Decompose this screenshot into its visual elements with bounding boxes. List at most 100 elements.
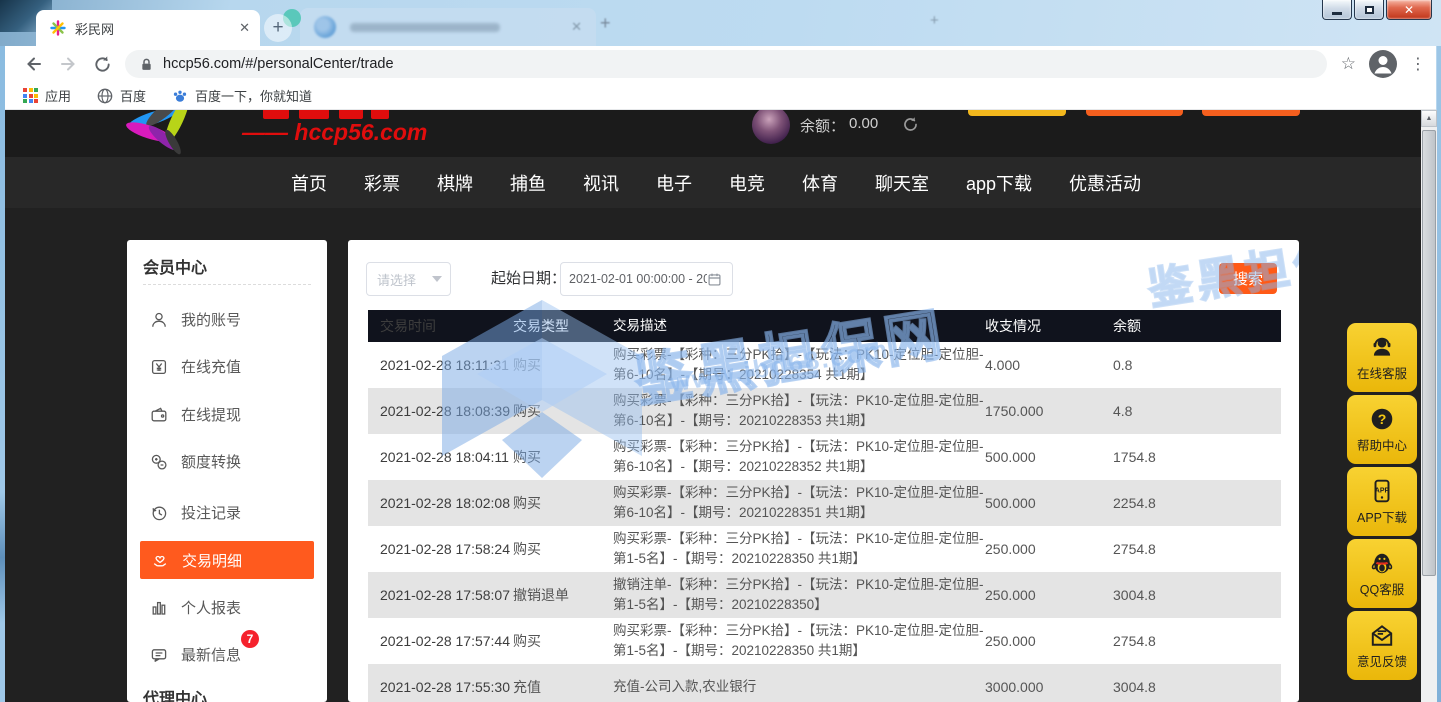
nav-fishing[interactable]: 捕鱼 (510, 170, 546, 196)
bookmark-baidu[interactable]: 百度 (97, 86, 146, 105)
address-bar[interactable]: hccp56.com/#/personalCenter/trade (125, 50, 1327, 78)
sidebar-agent-title: 代理中心 (143, 685, 207, 702)
nav-home[interactable]: 首页 (291, 170, 327, 196)
user-icon (150, 311, 168, 329)
col-balance: 余额 (1113, 316, 1281, 336)
select-placeholder: 请选择 (377, 270, 416, 289)
logo-text-fragment (339, 110, 363, 119)
new-tab-button[interactable]: + (264, 14, 292, 42)
background-tab-favicon (314, 16, 336, 38)
balance-display: 余额： 0.00 (800, 115, 878, 136)
nav-esports[interactable]: 电竞 (729, 170, 765, 196)
page-scrollbar[interactable]: ▲ (1421, 110, 1437, 702)
app-download-button[interactable]: APP APP下载 (1347, 467, 1417, 536)
col-trade-desc: 交易描述 (613, 316, 985, 336)
balance-refresh-icon[interactable] (902, 116, 919, 133)
back-button[interactable] (17, 54, 51, 74)
table-row: 2021-02-28 18:02:08 购买 购买彩票-【彩种：三分PK拾】-【… (368, 480, 1281, 526)
refresh-button[interactable] (85, 55, 119, 74)
trade-detail-panel: 请选择 起始日期： 搜索 交易时间 交易类型 交易描述 收支情况 余额 20 (348, 240, 1299, 702)
nav-lottery[interactable]: 彩票 (364, 170, 400, 196)
bet-history-icon (150, 504, 168, 522)
menu-dots-icon[interactable]: ⋮ (1410, 54, 1426, 74)
background-newtab-icon: + (600, 13, 611, 34)
nav-sports[interactable]: 体育 (802, 170, 838, 196)
forward-button[interactable] (51, 54, 85, 74)
nav-chess[interactable]: 棋牌 (437, 170, 473, 196)
message-icon (150, 646, 168, 664)
logo-text-fragment (263, 110, 289, 119)
bookmark-baidu-search[interactable]: 百度一下，你就知道 (172, 86, 312, 105)
screen: ✕ + + 彩民网 ✕ + ✕ (0, 0, 1441, 702)
sidebar-title: 会员中心 (143, 254, 207, 278)
message-badge: 7 (241, 630, 259, 648)
sidebar-item-trade-detail[interactable]: 交易明细 (140, 541, 314, 579)
type-select[interactable]: 请选择 (366, 262, 451, 296)
help-center-button[interactable]: ? 帮助中心 (1347, 395, 1417, 464)
bookmark-star-icon[interactable]: ☆ (1341, 54, 1356, 74)
col-amount: 收支情况 (985, 316, 1113, 336)
svg-text:APP: APP (1375, 487, 1390, 494)
nav-chatroom[interactable]: 聊天室 (875, 170, 929, 196)
window-controls: ✕ (1320, 0, 1432, 20)
bookmark-apps[interactable]: 应用 (23, 86, 71, 105)
bookmarks-bar: 应用 百度 百度一下，你就知道 (5, 82, 1436, 110)
table-row: 2021-02-28 17:57:44 购买 购买彩票-【彩种：三分PK拾】-【… (368, 618, 1281, 664)
background-window-tab: ✕ (300, 8, 596, 46)
table-row: 2021-02-28 17:55:30 充值 充值-公司入款,农业银行 3000… (368, 664, 1281, 702)
table-row: 2021-02-28 18:04:11 购买 购买彩票-【彩种：三分PK拾】-【… (368, 434, 1281, 480)
feedback-button[interactable]: 意见反馈 (1347, 611, 1417, 680)
background-window-icon: + (930, 12, 939, 29)
window-frame-right (1437, 46, 1441, 702)
nav-video[interactable]: 视讯 (583, 170, 619, 196)
sidebar-item-personal-report[interactable]: 个人报表 (127, 584, 327, 631)
browser-tab[interactable]: 彩民网 ✕ (36, 10, 260, 46)
date-range-value[interactable] (569, 272, 707, 286)
sidebar-item-latest-message[interactable]: 最新信息 (127, 631, 327, 678)
date-range-input[interactable] (560, 262, 733, 296)
profile-avatar[interactable] (1368, 49, 1398, 79)
table-row: 2021-02-28 18:11:31 购买 购买彩票-【彩种：三分PK拾】-【… (368, 342, 1281, 388)
qq-service-button[interactable]: QQ客服 (1347, 539, 1417, 608)
sidebar-item-recharge[interactable]: 在线充值 (127, 343, 327, 390)
nav-electronic[interactable]: 电子 (656, 170, 692, 196)
scrollbar-up-arrow[interactable]: ▲ (1421, 110, 1437, 127)
withdraw-icon (150, 406, 168, 424)
balance-label: 余额： (800, 115, 845, 136)
site-header: —— hccp56.com 余额： 0.00 (5, 110, 1421, 157)
partial-button-gold[interactable] (968, 110, 1066, 116)
page-viewport: —— hccp56.com 余额： 0.00 首页 彩票 棋牌 捕鱼 视讯 电子… (5, 110, 1421, 702)
divider (143, 284, 311, 285)
scrollbar-thumb[interactable] (1422, 130, 1436, 576)
partial-button-orange-1[interactable] (1086, 110, 1183, 116)
sidebar-item-transfer[interactable]: 额度转换 (127, 438, 327, 485)
chevron-down-icon (432, 276, 442, 282)
site-nav: 首页 彩票 棋牌 捕鱼 视讯 电子 电竞 体育 聊天室 app下载 优惠活动 (5, 157, 1421, 208)
qq-service-icon (1369, 550, 1395, 576)
feedback-icon (1369, 622, 1395, 648)
table-body: 2021-02-28 18:11:31 购买 购买彩票-【彩种：三分PK拾】-【… (368, 342, 1281, 702)
background-tab-close-icon: ✕ (571, 19, 582, 35)
table-row: 2021-02-28 18:08:39 购买 购买彩票-【彩种：三分PK拾】-【… (368, 388, 1281, 434)
table-row: 2021-02-28 17:58:07 撤销退单 撤销注单-【彩种：三分PK拾】… (368, 572, 1281, 618)
maximize-button[interactable] (1354, 0, 1384, 20)
tab-close-icon[interactable]: ✕ (239, 20, 250, 36)
online-service-button[interactable]: 在线客服 (1347, 323, 1417, 392)
paw-icon (172, 88, 188, 104)
sidebar-item-bet-history[interactable]: 投注记录 (127, 489, 327, 536)
logo-domain-text: —— hccp56.com (242, 119, 427, 146)
logo-text-fragment (371, 110, 389, 119)
minimize-button[interactable] (1322, 0, 1352, 20)
site-favicon (50, 20, 66, 36)
nav-app-download[interactable]: app下载 (966, 170, 1032, 196)
close-button[interactable]: ✕ (1386, 0, 1432, 20)
search-button[interactable]: 搜索 (1219, 263, 1277, 294)
table-header-row: 交易时间 交易类型 交易描述 收支情况 余额 (368, 310, 1281, 342)
sidebar-item-my-account[interactable]: 我的账号 (127, 296, 327, 343)
globe-icon (97, 88, 113, 104)
sidebar-item-withdraw[interactable]: 在线提现 (127, 391, 327, 438)
lock-icon (139, 56, 154, 73)
user-avatar[interactable] (752, 110, 790, 144)
partial-button-orange-2[interactable] (1202, 110, 1300, 116)
nav-promotions[interactable]: 优惠活动 (1069, 170, 1141, 196)
